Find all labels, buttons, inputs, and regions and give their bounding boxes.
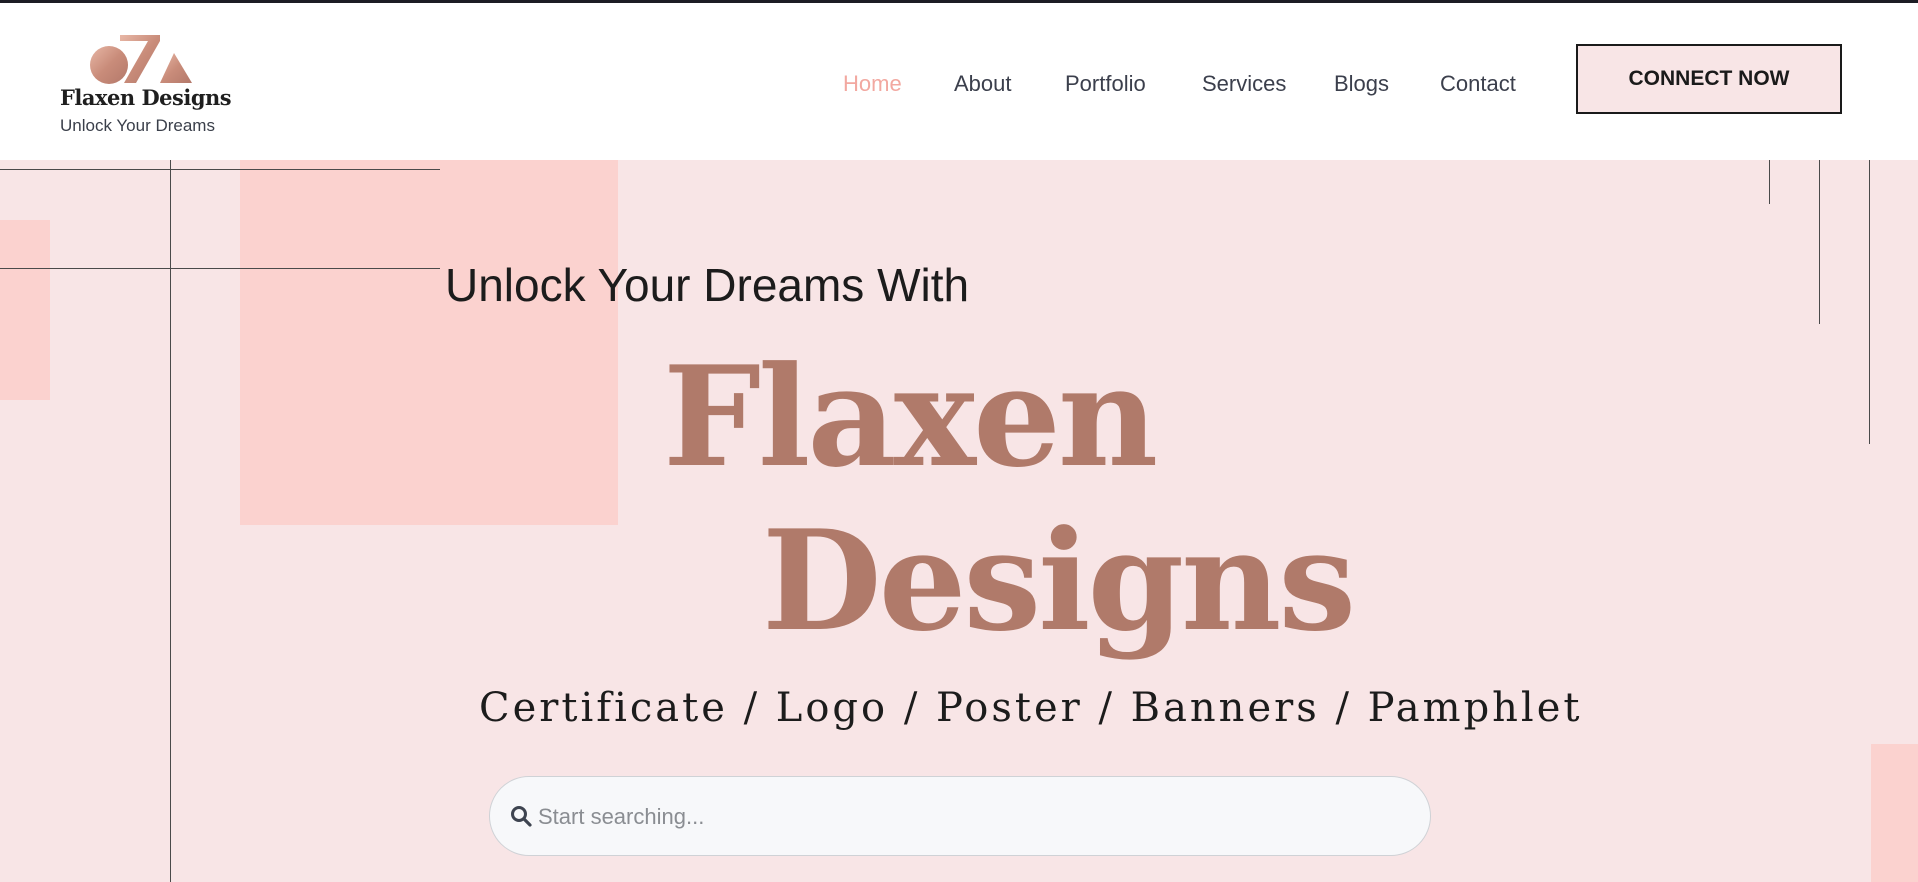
nav-home[interactable]: Home xyxy=(843,71,902,97)
nav-services[interactable]: Services xyxy=(1202,71,1286,97)
search-icon xyxy=(511,806,532,827)
hero-title-line2: Designs xyxy=(762,499,1356,662)
search-input[interactable] xyxy=(536,795,1400,839)
decor-line-v2 xyxy=(1769,160,1770,204)
connect-now-button[interactable]: CONNECT NOW xyxy=(1576,44,1842,114)
logo-mark-icon xyxy=(90,35,192,84)
hero-categories: Certificate / Logo / Poster / Banners / … xyxy=(479,685,1583,731)
brand-tagline: Unlock Your Dreams xyxy=(60,116,215,135)
decor-block-large xyxy=(240,160,618,525)
decor-line-h1 xyxy=(0,169,440,170)
decor-line-h2 xyxy=(0,268,440,269)
nav-contact[interactable]: Contact xyxy=(1440,71,1516,97)
decor-line-v4 xyxy=(1869,160,1870,444)
search-bar[interactable] xyxy=(489,776,1431,856)
hero-subtitle: Unlock Your Dreams With xyxy=(445,259,970,311)
nav-about[interactable]: About xyxy=(954,71,1012,97)
nav-blogs[interactable]: Blogs xyxy=(1334,71,1389,97)
site-header: Flaxen Designs Unlock Your Dreams Home A… xyxy=(0,3,1918,160)
decor-line-v1 xyxy=(170,160,171,882)
decor-line-v3 xyxy=(1819,160,1820,324)
nav-portfolio[interactable]: Portfolio xyxy=(1065,71,1146,97)
brand-name: Flaxen Designs xyxy=(60,85,232,110)
hero-title-line1: Flaxen xyxy=(663,335,1158,498)
decor-block-left-small xyxy=(0,220,50,400)
decor-block-bottom-right xyxy=(1871,744,1918,882)
